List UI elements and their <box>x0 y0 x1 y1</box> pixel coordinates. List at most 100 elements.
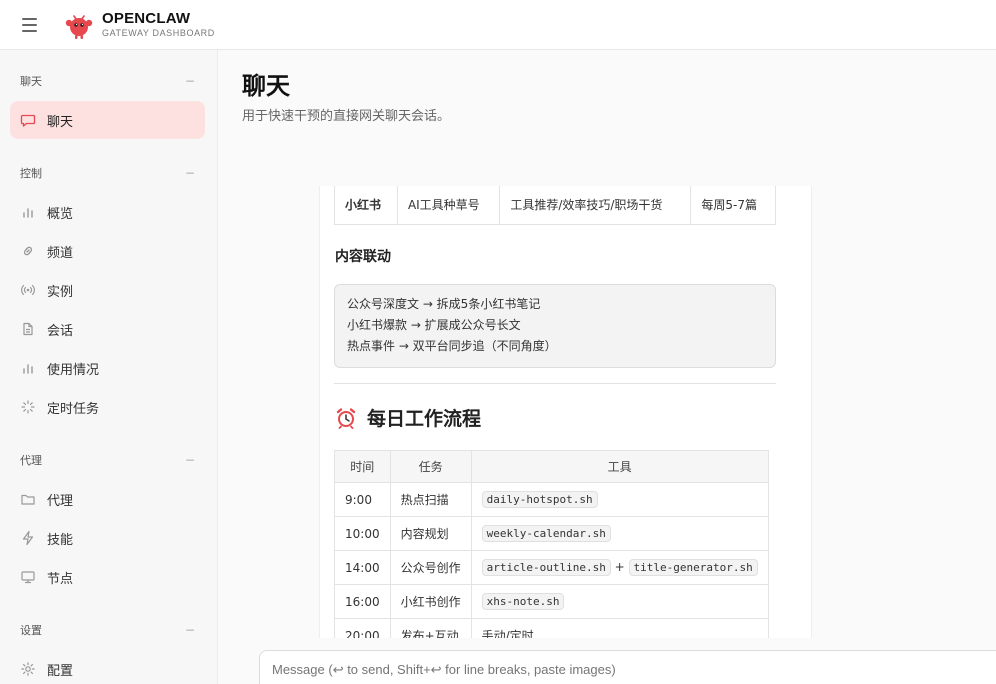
message-icon <box>20 114 36 127</box>
table-cell: AI工具种草号 <box>396 186 501 225</box>
section-control-header[interactable]: 控制 − <box>0 163 217 183</box>
sidebar-item-label: 会话 <box>47 323 74 339</box>
code-line: 小红书爆款 → 扩展成公众号长文 <box>347 318 521 332</box>
code-line: 热点事件 → 双平台同步追（不同角度） <box>347 339 557 353</box>
collapse-icon[interactable]: − <box>185 453 195 467</box>
table-row: 小红书 AI工具种草号 工具推荐/效率技巧/职场干货 每周5-7篇 <box>334 186 776 225</box>
alarm-clock-icon <box>336 407 356 429</box>
table-cell: 小红书 <box>334 186 398 225</box>
collapse-icon[interactable]: − <box>185 166 195 180</box>
brand-subtitle: GATEWAY DASHBOARD <box>102 28 215 38</box>
plus-joiner: + <box>614 560 625 574</box>
table-row: 14:00 公众号创作 article-outline.sh + title-g… <box>334 550 769 585</box>
workflow-table: 时间 任务 工具 9:00 热点扫描 daily-hotspot.sh 10:0… <box>334 450 769 638</box>
openclaw-logo-icon <box>65 14 93 39</box>
code-block: 公众号深度文 → 拆成5条小红书笔记 小红书爆款 → 扩展成公众号长文 热点事件… <box>334 284 776 368</box>
monitor-icon <box>21 571 35 584</box>
top-bar: OPENCLAW GATEWAY DASHBOARD <box>0 0 996 50</box>
bar-chart-icon <box>23 208 33 218</box>
sidebar-item-label: 配置 <box>47 663 74 679</box>
inline-code: title-generator.sh <box>628 559 758 576</box>
sidebar-item-label: 定时任务 <box>47 401 100 417</box>
table-header-row: 时间 任务 工具 <box>334 450 769 483</box>
sidebar-item-nodes[interactable]: 节点 <box>10 558 205 596</box>
sidebar-item-channels[interactable]: 频道 <box>10 232 205 270</box>
section-settings-header[interactable]: 设置 − <box>0 620 217 640</box>
sidebar-item-agents[interactable]: 代理 <box>10 480 205 518</box>
table-cell: weekly-calendar.sh <box>470 516 769 551</box>
sidebar-item-label: 频道 <box>47 245 74 261</box>
table-cell: article-outline.sh + title-generator.sh <box>470 550 769 585</box>
message-input[interactable] <box>259 650 996 684</box>
sidebar-item-config[interactable]: 配置 <box>10 650 205 684</box>
sidebar-item-label: 实例 <box>47 284 74 300</box>
sidebar-item-sessions[interactable]: 会话 <box>10 310 205 348</box>
table-cell: 16:00 <box>334 584 391 619</box>
hamburger-menu-icon[interactable] <box>22 10 52 40</box>
section-chat-header[interactable]: 聊天 − <box>0 71 217 91</box>
sidebar-item-skills[interactable]: 技能 <box>10 519 205 557</box>
table-cell: daily-hotspot.sh <box>470 482 769 517</box>
table-cell: xhs-note.sh <box>470 584 769 619</box>
sidebar-item-label: 概览 <box>47 206 74 222</box>
document-icon <box>23 322 33 336</box>
column-header: 任务 <box>389 450 472 483</box>
section-label: 代理 <box>20 454 42 467</box>
chat-message-area[interactable]: 小红书 AI工具种草号 工具推荐/效率技巧/职场干货 每周5-7篇 内容联动 公… <box>319 186 812 638</box>
table-cell: 14:00 <box>334 550 391 585</box>
inline-code: xhs-note.sh <box>481 593 565 610</box>
platform-table: 小红书 AI工具种草号 工具推荐/效率技巧/职场干货 每周5-7篇 <box>334 186 776 225</box>
table-row: 16:00 小红书创作 xhs-note.sh <box>334 584 769 619</box>
sidebar-item-instances[interactable]: 实例 <box>10 271 205 309</box>
sidebar-item-label: 聊天 <box>47 114 74 130</box>
content-link-heading: 内容联动 <box>335 249 391 265</box>
sidebar-item-label: 节点 <box>47 571 74 587</box>
sidebar-item-label: 代理 <box>47 493 74 509</box>
sidebar-item-label: 使用情况 <box>47 362 100 378</box>
sidebar-item-cron-jobs[interactable]: 定时任务 <box>10 388 205 426</box>
page-title: 聊天 <box>242 72 290 100</box>
table-cell: 工具推荐/效率技巧/职场干货 <box>499 186 692 225</box>
inline-code: daily-hotspot.sh <box>481 491 598 508</box>
brand-title: OPENCLAW <box>102 10 191 27</box>
sidebar-item-chat[interactable]: 聊天 <box>10 101 205 139</box>
page-subtitle: 用于快速干预的直接网关聊天会话。 <box>242 109 451 124</box>
column-header: 时间 <box>334 450 391 483</box>
table-row: 10:00 内容规划 weekly-calendar.sh <box>334 516 769 551</box>
main-content: 聊天 用于快速干预的直接网关聊天会话。 小红书 AI工具种草号 工具推荐/效率技… <box>218 50 996 684</box>
table-cell: 手动/定时 <box>470 618 769 638</box>
lightning-icon <box>22 530 34 546</box>
sidebar-item-overview[interactable]: 概览 <box>10 193 205 231</box>
inline-code: weekly-calendar.sh <box>481 525 611 542</box>
collapse-icon[interactable]: − <box>185 74 195 88</box>
section-label: 控制 <box>20 167 42 180</box>
column-header: 工具 <box>470 450 769 483</box>
section-label: 设置 <box>20 624 42 637</box>
table-cell: 小红书创作 <box>389 584 472 619</box>
table-cell: 20:00 <box>334 618 391 638</box>
table-row: 9:00 热点扫描 daily-hotspot.sh <box>334 482 769 517</box>
gear-icon <box>21 662 35 676</box>
sidebar-item-usage[interactable]: 使用情况 <box>10 349 205 387</box>
sidebar: 聊天 − 聊天 控制 − 概览 频道 实例 会话 使用情况 定时任务 代理 − <box>0 50 218 684</box>
link-icon <box>23 246 33 256</box>
loader-icon <box>21 400 35 414</box>
brand: OPENCLAW GATEWAY DASHBOARD <box>102 10 215 39</box>
section-agents-header[interactable]: 代理 − <box>0 450 217 470</box>
section-label: 聊天 <box>20 75 42 88</box>
workflow-heading-text: 每日工作流程 <box>367 408 482 430</box>
table-cell: 内容规划 <box>389 516 472 551</box>
radio-icon <box>21 284 35 296</box>
table-cell: 9:00 <box>334 482 391 517</box>
table-cell: 热点扫描 <box>389 482 472 517</box>
folder-icon <box>21 494 35 505</box>
bar-chart-icon <box>23 364 33 374</box>
collapse-icon[interactable]: − <box>185 623 195 637</box>
table-cell: 每周5-7篇 <box>690 186 776 225</box>
table-cell: 公众号创作 <box>389 550 472 585</box>
inline-code: article-outline.sh <box>481 559 611 576</box>
workflow-heading: 每日工作流程 <box>334 404 481 431</box>
table-row: 20:00 发布+互动 手动/定时 <box>334 618 769 638</box>
divider <box>334 383 776 384</box>
sidebar-item-label: 技能 <box>47 532 74 548</box>
